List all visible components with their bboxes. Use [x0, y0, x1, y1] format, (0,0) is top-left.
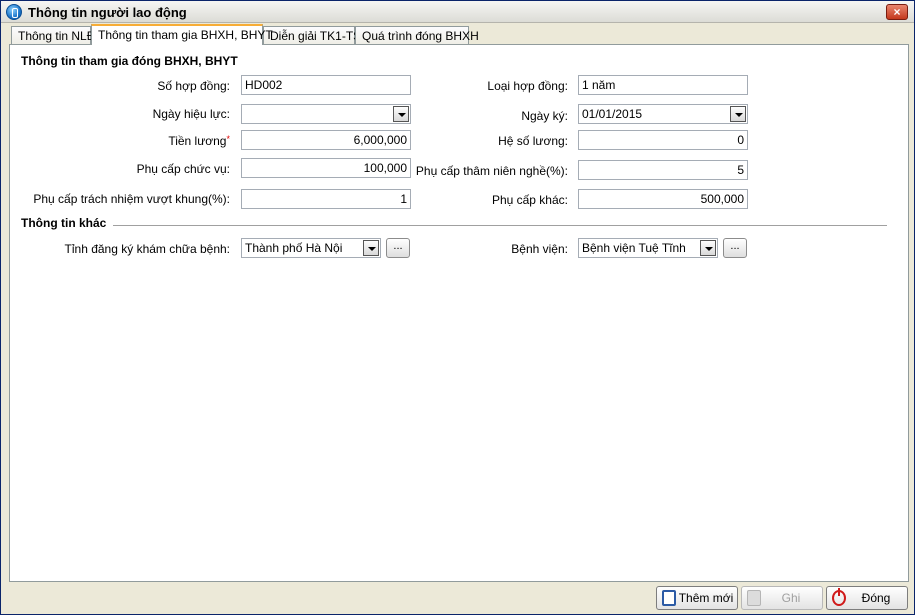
power-icon	[832, 588, 846, 606]
section-divider	[113, 225, 887, 226]
phu-cap-chuc-vu-input[interactable]: 100,000	[241, 158, 411, 178]
chevron-down-icon[interactable]	[393, 106, 409, 122]
ngay-ky-value: 01/01/2015	[582, 107, 643, 121]
tinh-kham-more-button[interactable]: ...	[386, 238, 410, 258]
save-button[interactable]: Ghi	[741, 586, 823, 610]
ngay-hieu-luc-label: Ngày hiệu lực:	[152, 107, 230, 121]
benh-vien-label: Bệnh viện:	[511, 242, 568, 256]
main-window: Thông tin người lao động × Thông tin NLĐ…	[0, 0, 915, 615]
app-icon	[6, 4, 22, 20]
tab-dien-giai-tk1-ts[interactable]: Diễn giải TK1-TS	[263, 26, 361, 45]
chevron-down-icon[interactable]	[363, 240, 379, 256]
phu-cap-trach-nhiem-label: Phụ cấp trách nhiệm vượt khung(%):	[33, 192, 230, 206]
phu-cap-khac-input[interactable]: 500,000	[578, 189, 748, 209]
he-so-luong-label: Hệ số lương:	[498, 134, 568, 148]
window-close-button[interactable]: ×	[886, 4, 908, 20]
ngay-ky-picker[interactable]: 01/01/2015	[578, 104, 748, 124]
tab-thong-tin-bhxh-bhyt[interactable]: Thông tin tham gia BHXH, BHYT	[91, 24, 273, 45]
tab-strip: Thông tin NLĐ Thông tin tham gia BHXH, B…	[9, 24, 909, 45]
so-hop-dong-label: Số hợp đồng:	[157, 79, 230, 93]
section-title-thong-tin-khac: Thông tin khác	[21, 216, 107, 230]
tab-thong-tin-nld[interactable]: Thông tin NLĐ	[11, 26, 95, 45]
benh-vien-value: Bệnh viện Tuệ Tĩnh	[582, 241, 686, 255]
tien-luong-label: Tiền lương*	[50, 134, 230, 148]
benh-vien-more-button[interactable]: ...	[723, 238, 747, 258]
footer-bar: Thêm mới Ghi Đóng	[1, 583, 914, 614]
he-so-luong-input[interactable]: 0	[578, 130, 748, 150]
section-title-bhxh: Thông tin tham gia đóng BHXH, BHYT	[21, 54, 238, 68]
close-button[interactable]: Đóng	[826, 586, 908, 610]
so-hop-dong-input[interactable]: HD002	[241, 75, 411, 95]
chevron-down-icon[interactable]	[700, 240, 716, 256]
window-title: Thông tin người lao động	[28, 5, 187, 20]
required-mark: *	[226, 134, 230, 144]
phu-cap-tham-nien-label: Phụ cấp thâm niên nghề(%):	[415, 164, 568, 178]
phu-cap-khac-label: Phụ cấp khác:	[491, 193, 568, 207]
tinh-kham-label: Tỉnh đăng ký khám chữa bệnh:	[64, 242, 230, 256]
phu-cap-trach-nhiem-input[interactable]: 1	[241, 189, 411, 209]
phu-cap-tham-nien-input[interactable]: 5	[578, 160, 748, 180]
document-icon	[662, 590, 676, 606]
chevron-down-icon[interactable]	[730, 106, 746, 122]
ngay-ky-label: Ngày ký:	[521, 109, 568, 123]
phu-cap-chuc-vu-label: Phụ cấp chức vụ:	[136, 162, 230, 176]
tinh-kham-value: Thành phố Hà Nội	[245, 241, 343, 255]
save-icon	[747, 590, 761, 606]
ngay-hieu-luc-picker[interactable]	[241, 104, 411, 124]
loai-hop-dong-input[interactable]: 1 năm	[578, 75, 748, 95]
tien-luong-label-text: Tiền lương	[168, 134, 227, 148]
tab-qua-trinh-dong-bhxh[interactable]: Quá trình đóng BHXH	[355, 26, 479, 45]
tinh-kham-select[interactable]: Thành phố Hà Nội	[241, 238, 381, 258]
add-new-button[interactable]: Thêm mới	[656, 586, 738, 610]
title-bar: Thông tin người lao động ×	[1, 1, 914, 23]
tien-luong-input[interactable]: 6,000,000	[241, 130, 411, 150]
close-label: Đóng	[861, 591, 891, 605]
tab-panel: Thông tin tham gia đóng BHXH, BHYT Số hợ…	[9, 44, 909, 582]
loai-hop-dong-label: Loại hợp đồng:	[487, 79, 568, 93]
add-new-label: Thêm mới	[678, 591, 734, 605]
benh-vien-select[interactable]: Bệnh viện Tuệ Tĩnh	[578, 238, 718, 258]
save-label: Ghi	[781, 591, 801, 605]
